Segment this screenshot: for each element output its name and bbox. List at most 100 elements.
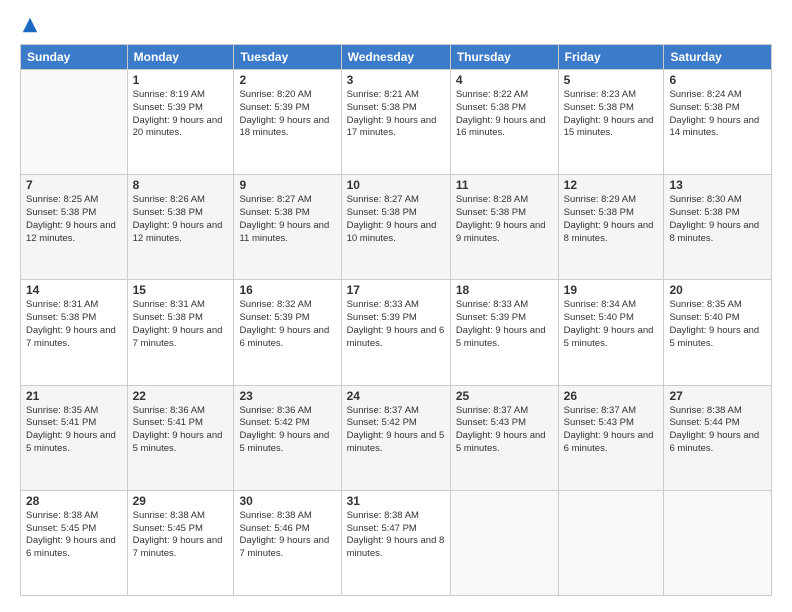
day-info: Sunrise: 8:25 AM Sunset: 5:38 PM Dayligh…: [26, 194, 122, 245]
calendar-cell: 12 Sunrise: 8:29 AM Sunset: 5:38 PM Dayli…: [558, 175, 664, 280]
day-number: 24: [347, 389, 445, 403]
day-number: 8: [133, 178, 229, 192]
day-info: Sunrise: 8:35 AM Sunset: 5:40 PM Dayligh…: [669, 299, 766, 350]
calendar-cell: 1 Sunrise: 8:19 AM Sunset: 5:39 PM Daylig…: [127, 70, 234, 175]
weekday-header-sunday: Sunday: [21, 45, 128, 70]
day-number: 19: [564, 283, 659, 297]
day-info: Sunrise: 8:21 AM Sunset: 5:38 PM Dayligh…: [347, 89, 445, 140]
day-info: Sunrise: 8:36 AM Sunset: 5:42 PM Dayligh…: [239, 405, 335, 456]
page: SundayMondayTuesdayWednesdayThursdayFrid…: [0, 0, 792, 612]
calendar-cell: 30 Sunrise: 8:38 AM Sunset: 5:46 PM Dayli…: [234, 490, 341, 595]
day-info: Sunrise: 8:31 AM Sunset: 5:38 PM Dayligh…: [26, 299, 122, 350]
day-info: Sunrise: 8:32 AM Sunset: 5:39 PM Dayligh…: [239, 299, 335, 350]
calendar-cell: [664, 490, 772, 595]
weekday-header-saturday: Saturday: [664, 45, 772, 70]
day-number: 17: [347, 283, 445, 297]
day-info: Sunrise: 8:38 AM Sunset: 5:44 PM Dayligh…: [669, 405, 766, 456]
day-info: Sunrise: 8:38 AM Sunset: 5:46 PM Dayligh…: [239, 510, 335, 561]
day-number: 25: [456, 389, 553, 403]
day-info: Sunrise: 8:37 AM Sunset: 5:43 PM Dayligh…: [564, 405, 659, 456]
calendar-cell: 14 Sunrise: 8:31 AM Sunset: 5:38 PM Dayli…: [21, 280, 128, 385]
day-info: Sunrise: 8:33 AM Sunset: 5:39 PM Dayligh…: [456, 299, 553, 350]
day-info: Sunrise: 8:33 AM Sunset: 5:39 PM Dayligh…: [347, 299, 445, 350]
day-number: 1: [133, 73, 229, 87]
day-info: Sunrise: 8:37 AM Sunset: 5:43 PM Dayligh…: [456, 405, 553, 456]
day-number: 23: [239, 389, 335, 403]
day-info: Sunrise: 8:27 AM Sunset: 5:38 PM Dayligh…: [239, 194, 335, 245]
header: [20, 16, 772, 34]
calendar-cell: 24Sunrise: 8:37 AM Sunset: 5:42 PM Dayli…: [341, 385, 450, 490]
week-row-3: 14 Sunrise: 8:31 AM Sunset: 5:38 PM Dayli…: [21, 280, 772, 385]
day-number: 22: [133, 389, 229, 403]
logo-icon: [21, 16, 39, 34]
day-number: 29: [133, 494, 229, 508]
day-number: 12: [564, 178, 659, 192]
day-info: Sunrise: 8:34 AM Sunset: 5:40 PM Dayligh…: [564, 299, 659, 350]
day-number: 14: [26, 283, 122, 297]
calendar-cell: 26 Sunrise: 8:37 AM Sunset: 5:43 PM Dayli…: [558, 385, 664, 490]
calendar-cell: [450, 490, 558, 595]
calendar-cell: [558, 490, 664, 595]
calendar-cell: 13 Sunrise: 8:30 AM Sunset: 5:38 PM Dayli…: [664, 175, 772, 280]
day-info: Sunrise: 8:22 AM Sunset: 5:38 PM Dayligh…: [456, 89, 553, 140]
day-number: 13: [669, 178, 766, 192]
day-number: 7: [26, 178, 122, 192]
day-info: Sunrise: 8:36 AM Sunset: 5:41 PM Dayligh…: [133, 405, 229, 456]
day-info: Sunrise: 8:31 AM Sunset: 5:38 PM Dayligh…: [133, 299, 229, 350]
calendar-cell: 23 Sunrise: 8:36 AM Sunset: 5:42 PM Dayli…: [234, 385, 341, 490]
calendar-cell: 10Sunrise: 8:27 AM Sunset: 5:38 PM Dayli…: [341, 175, 450, 280]
day-number: 15: [133, 283, 229, 297]
weekday-header-monday: Monday: [127, 45, 234, 70]
calendar-cell: 5Sunrise: 8:23 AM Sunset: 5:38 PM Daylig…: [558, 70, 664, 175]
day-number: 18: [456, 283, 553, 297]
calendar-cell: 8 Sunrise: 8:26 AM Sunset: 5:38 PM Daylig…: [127, 175, 234, 280]
day-number: 6: [669, 73, 766, 87]
calendar-cell: 20 Sunrise: 8:35 AM Sunset: 5:40 PM Dayli…: [664, 280, 772, 385]
weekday-header-row: SundayMondayTuesdayWednesdayThursdayFrid…: [21, 45, 772, 70]
calendar-cell: 7 Sunrise: 8:25 AM Sunset: 5:38 PM Daylig…: [21, 175, 128, 280]
calendar-cell: 2 Sunrise: 8:20 AM Sunset: 5:39 PM Daylig…: [234, 70, 341, 175]
day-info: Sunrise: 8:20 AM Sunset: 5:39 PM Dayligh…: [239, 89, 335, 140]
day-info: Sunrise: 8:38 AM Sunset: 5:47 PM Dayligh…: [347, 510, 445, 561]
calendar-cell: 31 Sunrise: 8:38 AM Sunset: 5:47 PM Dayli…: [341, 490, 450, 595]
day-info: Sunrise: 8:38 AM Sunset: 5:45 PM Dayligh…: [26, 510, 122, 561]
calendar-cell: 21Sunrise: 8:35 AM Sunset: 5:41 PM Dayli…: [21, 385, 128, 490]
week-row-5: 28 Sunrise: 8:38 AM Sunset: 5:45 PM Dayli…: [21, 490, 772, 595]
day-info: Sunrise: 8:19 AM Sunset: 5:39 PM Dayligh…: [133, 89, 229, 140]
calendar-cell: 6 Sunrise: 8:24 AM Sunset: 5:38 PM Daylig…: [664, 70, 772, 175]
day-number: 30: [239, 494, 335, 508]
day-info: Sunrise: 8:27 AM Sunset: 5:38 PM Dayligh…: [347, 194, 445, 245]
weekday-header-friday: Friday: [558, 45, 664, 70]
day-number: 20: [669, 283, 766, 297]
day-info: Sunrise: 8:26 AM Sunset: 5:38 PM Dayligh…: [133, 194, 229, 245]
calendar-cell: 27Sunrise: 8:38 AM Sunset: 5:44 PM Dayli…: [664, 385, 772, 490]
day-info: Sunrise: 8:30 AM Sunset: 5:38 PM Dayligh…: [669, 194, 766, 245]
calendar-table: SundayMondayTuesdayWednesdayThursdayFrid…: [20, 44, 772, 596]
day-number: 2: [239, 73, 335, 87]
calendar-cell: 9Sunrise: 8:27 AM Sunset: 5:38 PM Daylig…: [234, 175, 341, 280]
day-number: 11: [456, 178, 553, 192]
calendar-cell: 17 Sunrise: 8:33 AM Sunset: 5:39 PM Dayli…: [341, 280, 450, 385]
week-row-1: 1 Sunrise: 8:19 AM Sunset: 5:39 PM Daylig…: [21, 70, 772, 175]
day-number: 31: [347, 494, 445, 508]
week-row-4: 21Sunrise: 8:35 AM Sunset: 5:41 PM Dayli…: [21, 385, 772, 490]
logo: [20, 16, 41, 34]
day-info: Sunrise: 8:29 AM Sunset: 5:38 PM Dayligh…: [564, 194, 659, 245]
day-info: Sunrise: 8:24 AM Sunset: 5:38 PM Dayligh…: [669, 89, 766, 140]
calendar-cell: 22 Sunrise: 8:36 AM Sunset: 5:41 PM Dayli…: [127, 385, 234, 490]
day-number: 3: [347, 73, 445, 87]
day-number: 21: [26, 389, 122, 403]
day-number: 26: [564, 389, 659, 403]
calendar-cell: 29 Sunrise: 8:38 AM Sunset: 5:45 PM Dayli…: [127, 490, 234, 595]
day-info: Sunrise: 8:28 AM Sunset: 5:38 PM Dayligh…: [456, 194, 553, 245]
weekday-header-thursday: Thursday: [450, 45, 558, 70]
calendar-cell: 25 Sunrise: 8:37 AM Sunset: 5:43 PM Dayli…: [450, 385, 558, 490]
day-number: 28: [26, 494, 122, 508]
calendar-cell: 28 Sunrise: 8:38 AM Sunset: 5:45 PM Dayli…: [21, 490, 128, 595]
calendar-cell: [21, 70, 128, 175]
calendar-cell: 16Sunrise: 8:32 AM Sunset: 5:39 PM Dayli…: [234, 280, 341, 385]
calendar-cell: 3 Sunrise: 8:21 AM Sunset: 5:38 PM Daylig…: [341, 70, 450, 175]
day-info: Sunrise: 8:38 AM Sunset: 5:45 PM Dayligh…: [133, 510, 229, 561]
calendar-cell: 15 Sunrise: 8:31 AM Sunset: 5:38 PM Dayli…: [127, 280, 234, 385]
day-number: 5: [564, 73, 659, 87]
